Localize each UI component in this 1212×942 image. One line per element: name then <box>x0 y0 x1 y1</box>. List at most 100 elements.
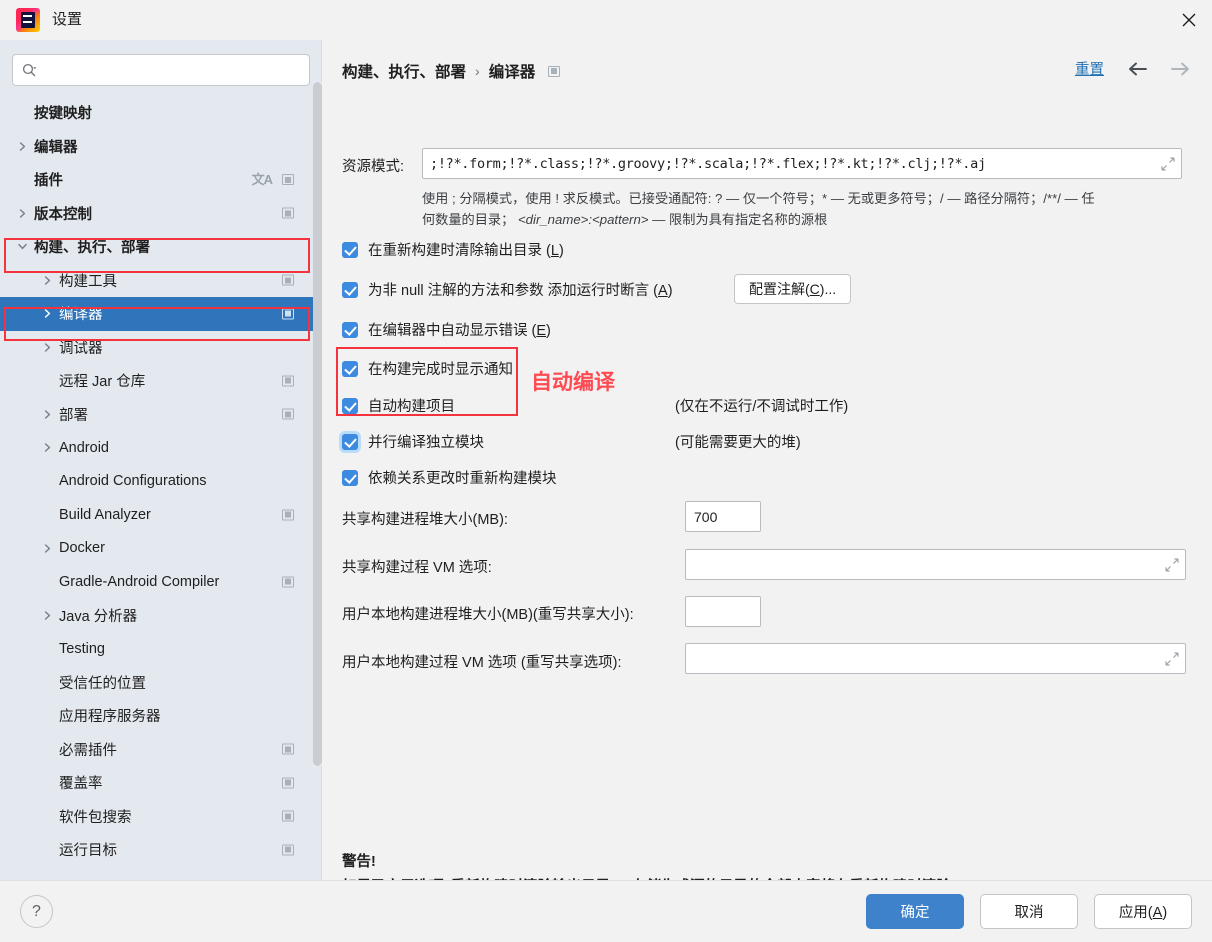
search-input[interactable] <box>37 56 292 84</box>
checkbox-rebuild-module-on-dependency-change[interactable]: 依赖关系更改时重新构建模块 <box>342 467 557 488</box>
arrow-left-icon[interactable] <box>1126 60 1148 78</box>
field-label-shared-heap-size: 共享构建进程堆大小(MB): <box>342 512 508 528</box>
expand-editor-icon[interactable] <box>1161 156 1175 171</box>
chevron-down-icon[interactable] <box>17 241 28 252</box>
sidebar-item-19[interactable]: 必需插件 <box>0 733 322 767</box>
checkbox-box[interactable] <box>342 241 358 258</box>
breadcrumb-parent[interactable]: 构建、执行、部署 <box>342 60 466 82</box>
sidebar-item-label: 必需插件 <box>59 742 117 759</box>
sidebar-item-badges <box>282 576 294 588</box>
project-level-badge-icon <box>282 844 294 856</box>
sidebar-item-20[interactable]: 覆盖率 <box>0 766 322 800</box>
input-user-local-vm-options[interactable] <box>694 650 1157 667</box>
sidebar-item-16[interactable]: Testing <box>0 632 322 666</box>
reset-link[interactable]: 重置 <box>1075 58 1104 79</box>
sidebar-item-10[interactable]: Android <box>0 431 322 465</box>
sidebar-item-17[interactable]: 受信任的位置 <box>0 666 322 700</box>
sidebar-item-22[interactable]: 运行目标 <box>0 833 322 867</box>
checkbox-display-notification-on-build[interactable]: 在构建完成时显示通知 <box>342 358 513 379</box>
chevron-right-icon[interactable] <box>42 610 53 621</box>
chevron-right-icon[interactable] <box>17 141 28 152</box>
sidebar-item-8[interactable]: 远程 Jar 仓库 <box>0 364 322 398</box>
input-shared-heap-size[interactable] <box>694 508 752 525</box>
close-icon[interactable] <box>1166 0 1212 40</box>
chevron-right-icon[interactable] <box>42 342 53 353</box>
footer-buttons: 确定 取消 应用(A) <box>866 894 1192 929</box>
sidebar-item-label: Build Analyzer <box>59 506 151 523</box>
help-line-2c: — 限制为具有指定名称的源根 <box>648 212 828 227</box>
checkbox-box[interactable] <box>342 281 358 298</box>
sidebar-item-2[interactable]: 插件 文A <box>0 163 322 197</box>
help-line-1: 使用 ; 分隔模式，使用 ! 求反模式。已接受通配符: ? — 仅一个符号；* … <box>422 191 1095 206</box>
project-level-badge-icon <box>282 174 294 186</box>
chevron-right-icon[interactable] <box>17 208 28 219</box>
sidebar-item-1[interactable]: 编辑器 <box>0 130 322 164</box>
sidebar-item-12[interactable]: Build Analyzer <box>0 498 322 532</box>
ok-button[interactable]: 确定 <box>866 894 964 929</box>
sidebar-item-label: Android Configurations <box>59 473 207 490</box>
checkbox-display-errors-in-editor[interactable]: 在编辑器中自动显示错误 (E) <box>342 319 551 340</box>
sidebar-item-9[interactable]: 部署 <box>0 398 322 432</box>
configure-annotations-button[interactable]: 配置注解(C)... <box>734 274 852 304</box>
chevron-right-icon[interactable] <box>42 442 53 453</box>
sidebar-item-badges <box>282 777 294 789</box>
cancel-button[interactable]: 取消 <box>980 894 1078 929</box>
breadcrumb: 构建、执行、部署 › 编译器 <box>342 60 561 82</box>
checkbox-box[interactable] <box>342 360 358 377</box>
sidebar-item-label: 插件 <box>34 173 63 190</box>
note-parallel-compile: (可能需要更大的堆) <box>675 435 801 451</box>
chevron-right-icon[interactable] <box>42 275 53 286</box>
sidebar-item-7[interactable]: 调试器 <box>0 331 322 365</box>
input-user-local-vm-options-wrapper[interactable] <box>685 643 1186 674</box>
sidebar-scrollbar-thumb[interactable] <box>313 82 322 766</box>
question-mark-icon[interactable]: ? <box>20 895 53 928</box>
sidebar-item-4[interactable]: 构建、执行、部署 <box>0 230 322 264</box>
sidebar-item-0[interactable]: 按键映射 <box>0 96 322 130</box>
checkbox-compile-independent-modules-in-parallel[interactable]: 并行编译独立模块 <box>342 431 484 452</box>
settings-dialog: 设置 按键映射 编辑器 插件 文A 版本控制 构建、执行、部署 构建工具 编译器 调试器 远程 J… <box>0 0 1212 942</box>
search-box[interactable] <box>12 54 310 86</box>
settings-tree[interactable]: 按键映射 编辑器 插件 文A 版本控制 构建、执行、部署 构建工具 编译器 调试器 远程 Jar … <box>0 96 322 880</box>
checkbox-box[interactable] <box>342 433 358 450</box>
chevron-right-icon[interactable] <box>42 308 53 319</box>
expand-editor-icon[interactable] <box>1165 557 1179 572</box>
checkbox-box[interactable] <box>342 469 358 486</box>
sidebar-item-label: Gradle-Android Compiler <box>59 573 220 590</box>
chevron-right-icon[interactable] <box>42 409 53 420</box>
warning-title: 警告! <box>342 854 376 870</box>
apply-button[interactable]: 应用(A) <box>1094 894 1192 929</box>
sidebar-item-18[interactable]: 应用程序服务器 <box>0 699 322 733</box>
sidebar-item-badges <box>282 375 294 387</box>
input-shared-vm-options-wrapper[interactable] <box>685 549 1186 580</box>
sidebar-item-21[interactable]: 软件包搜索 <box>0 800 322 834</box>
checkbox-clear-output-directory[interactable]: 在重新构建时清除输出目录 (L) <box>342 239 564 260</box>
sidebar-item-label: 应用程序服务器 <box>59 709 161 726</box>
input-shared-vm-options[interactable] <box>694 556 1157 573</box>
checkbox-box[interactable] <box>342 321 358 338</box>
checkbox-add-runtime-assertions[interactable]: 为非 null 注解的方法和参数 添加运行时断言 (A) <box>342 279 673 300</box>
input-user-local-heap-size-wrapper[interactable] <box>685 596 761 627</box>
resource-patterns-label: 资源模式: <box>342 159 405 175</box>
resource-patterns-input[interactable] <box>430 155 1153 172</box>
sidebar-item-14[interactable]: Gradle-Android Compiler <box>0 565 322 599</box>
field-label-user-local-vm-options: 用户本地构建过程 VM 选项 (重写共享选项): <box>342 655 622 671</box>
project-level-badge-icon <box>282 777 294 789</box>
checkbox-box[interactable] <box>342 397 358 414</box>
checkbox-label: 在构建完成时显示通知 <box>368 362 513 378</box>
sidebar-item-13[interactable]: Docker <box>0 532 322 566</box>
sidebar-item-11[interactable]: Android Configurations <box>0 465 322 499</box>
sidebar-item-5[interactable]: 构建工具 <box>0 264 322 298</box>
input-user-local-heap-size[interactable] <box>694 603 752 620</box>
sidebar-item-15[interactable]: Java 分析器 <box>0 599 322 633</box>
resource-patterns-input-wrapper[interactable] <box>422 148 1182 179</box>
sidebar-item-3[interactable]: 版本控制 <box>0 197 322 231</box>
input-shared-heap-size-wrapper[interactable] <box>685 501 761 532</box>
checkbox-label: 依赖关系更改时重新构建模块 <box>368 471 557 487</box>
window-title: 设置 <box>52 11 83 28</box>
checkbox-build-project-automatically[interactable]: 自动构建项目 <box>342 395 455 416</box>
sidebar-item-badges <box>282 810 294 822</box>
expand-editor-icon[interactable] <box>1165 651 1179 666</box>
chevron-right-icon[interactable] <box>42 543 53 554</box>
sidebar-item-6[interactable]: 编译器 <box>0 297 322 331</box>
sidebar-item-badges <box>282 743 294 755</box>
